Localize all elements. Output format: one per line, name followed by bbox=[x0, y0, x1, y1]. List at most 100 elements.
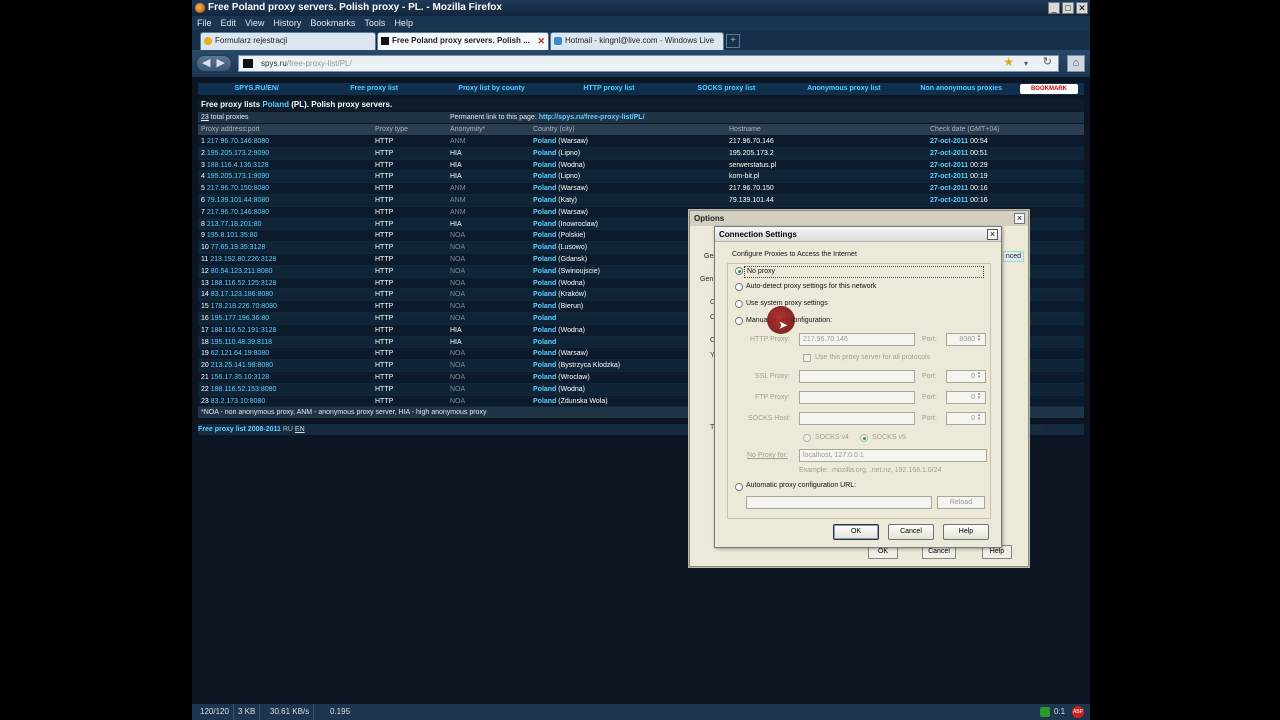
country[interactable]: Poland bbox=[533, 221, 556, 228]
proxy-ip[interactable]: 195.205.173.2:9090 bbox=[207, 150, 269, 157]
proxy-ip[interactable]: 80.54.123.211:8080 bbox=[211, 268, 273, 275]
country[interactable]: Poland bbox=[533, 362, 556, 369]
proxy-ip[interactable]: 217.96.70.150:8080 bbox=[207, 185, 269, 192]
proxy-ip[interactable]: 188.116.52.191:3128 bbox=[211, 327, 277, 334]
proxy-address[interactable]: 4 195.205.173.1:9090 bbox=[201, 171, 269, 183]
proxy-ip[interactable]: 195.177.196.36:80 bbox=[211, 315, 269, 322]
proxy-address[interactable]: 17 188.116.52.191:3128 bbox=[201, 325, 276, 337]
close-tab-icon[interactable]: ✕ bbox=[537, 33, 545, 49]
proxy-address[interactable]: 12 80.54.123.211:8080 bbox=[201, 266, 273, 278]
country[interactable]: Poland bbox=[533, 398, 556, 405]
no-proxy-for-input[interactable]: localhost, 127.0.0.1 bbox=[799, 449, 987, 462]
nav-socks-proxy-list[interactable]: SOCKS proxy list bbox=[668, 83, 785, 95]
country[interactable]: Poland bbox=[533, 138, 556, 145]
lang-en-link[interactable]: EN bbox=[295, 426, 305, 433]
auto-detect-radio[interactable] bbox=[735, 283, 743, 291]
proxy-ip[interactable]: 217.96.70.146:8080 bbox=[207, 138, 269, 145]
http-proxy-input[interactable]: 217.96.70.146 bbox=[799, 333, 915, 346]
http-port-input[interactable]: 8080 bbox=[946, 333, 986, 346]
proxy-ip[interactable]: 156.17.35.10:3128 bbox=[211, 374, 269, 381]
cancel-button[interactable]: Cancel bbox=[888, 524, 934, 540]
options-advanced-tab[interactable]: nced bbox=[1002, 251, 1024, 262]
proxy-ip[interactable]: 213.192.80.226:3128 bbox=[210, 256, 276, 263]
use-for-all-checkbox[interactable] bbox=[803, 354, 811, 362]
socks-host-input[interactable] bbox=[799, 412, 915, 425]
country[interactable]: Poland bbox=[533, 350, 556, 357]
nav-http-proxy-list[interactable]: HTTP proxy list bbox=[550, 83, 667, 95]
auto-config-url-radio[interactable] bbox=[735, 483, 743, 491]
country[interactable]: Poland bbox=[533, 386, 556, 393]
country[interactable]: Poland bbox=[533, 280, 556, 287]
bookmark-button[interactable]: BOOKMARK bbox=[1019, 84, 1078, 94]
proxy-address[interactable]: 10 77.65.19.35:3128 bbox=[201, 242, 265, 254]
connection-close-button[interactable]: × bbox=[987, 229, 998, 240]
proxy-address[interactable]: 21 156.17.35.10:3128 bbox=[201, 372, 269, 384]
proxy-address[interactable]: 19 62.121.64.19:8080 bbox=[201, 348, 269, 360]
menu-tools[interactable]: Tools bbox=[364, 16, 385, 30]
auto-detect-label[interactable]: Auto-detect proxy settings for this netw… bbox=[746, 282, 876, 292]
proxy-address[interactable]: 22 188.116.52.153:8080 bbox=[201, 384, 276, 396]
ftp-proxy-input[interactable] bbox=[799, 391, 915, 404]
proxy-address[interactable]: 16 195.177.196.36:80 bbox=[201, 313, 269, 325]
minimize-button[interactable]: _ bbox=[1048, 2, 1060, 14]
auto-config-url-input[interactable] bbox=[746, 496, 932, 509]
proxy-ip[interactable]: 195.205.173.1:9090 bbox=[207, 173, 269, 180]
proxy-ip[interactable]: 217.96.70.146:8080 bbox=[207, 209, 269, 216]
country[interactable]: Poland bbox=[533, 374, 556, 381]
ssl-proxy-input[interactable] bbox=[799, 370, 915, 383]
proxy-address[interactable]: 5 217.96.70.150:8080 bbox=[201, 183, 269, 195]
reload-icon[interactable]: ↻ bbox=[1043, 55, 1052, 70]
proxy-ip[interactable]: 188.116.52.125:3128 bbox=[211, 280, 277, 287]
proxy-ip[interactable]: 195.8.101.35:80 bbox=[207, 232, 258, 239]
proxy-ip[interactable]: 213.77.18.201:80 bbox=[207, 221, 262, 228]
country[interactable]: Poland bbox=[533, 162, 556, 169]
menu-edit[interactable]: Edit bbox=[221, 16, 237, 30]
socks-v5-radio[interactable] bbox=[860, 434, 868, 442]
dropdown-icon[interactable]: ▾ bbox=[1024, 56, 1028, 71]
nav-proxy-by-county[interactable]: Proxy list by county bbox=[433, 83, 550, 95]
nav-non-anonymous-proxies[interactable]: Non anonymous proxies bbox=[903, 83, 1020, 95]
country[interactable]: Poland bbox=[533, 291, 556, 298]
country[interactable]: Poland bbox=[533, 150, 556, 157]
proxy-ip[interactable]: 195.110.48.39:8118 bbox=[211, 339, 272, 346]
proxy-address[interactable]: 1 217.96.70.146:8080 bbox=[201, 136, 269, 148]
tab-hotmail[interactable]: Hotmail - kingnl@live.com - Windows Live bbox=[550, 32, 724, 50]
country[interactable]: Poland bbox=[533, 268, 556, 275]
auto-config-url-label[interactable]: Automatic proxy configuration URL: bbox=[746, 481, 856, 491]
proxy-ip[interactable]: 213.25.141.98:8080 bbox=[211, 362, 273, 369]
proxy-ip[interactable]: 83.2.173.10:8080 bbox=[211, 398, 266, 405]
tab-proxy-list[interactable]: Free Poland proxy servers. Polish ... ✕ bbox=[377, 32, 549, 50]
proxy-address[interactable]: 8 213.77.18.201:80 bbox=[201, 219, 261, 231]
no-proxy-radio[interactable] bbox=[735, 267, 743, 275]
country[interactable]: Poland bbox=[533, 197, 556, 204]
menu-history[interactable]: History bbox=[273, 16, 301, 30]
proxy-address[interactable]: 13 188.116.52.125:3128 bbox=[201, 278, 276, 290]
proxy-address[interactable]: 3 188.116.4.136:3128 bbox=[201, 160, 269, 172]
proxy-address[interactable]: 11 213.192.80.226:3128 bbox=[201, 254, 276, 266]
permanent-link-url[interactable]: http://spys.ru/free-proxy-list/PL/ bbox=[539, 114, 645, 121]
proxy-address[interactable]: 20 213.25.141.98:8080 bbox=[201, 360, 273, 372]
country[interactable]: Poland bbox=[533, 303, 556, 310]
proxy-address[interactable]: 6 79.139.101.44:8080 bbox=[201, 195, 269, 207]
adblock-icon[interactable]: ABP bbox=[1072, 706, 1084, 718]
country[interactable]: Poland bbox=[533, 173, 556, 180]
proxy-ip[interactable]: 178.218.226.70:8080 bbox=[211, 303, 277, 310]
menu-view[interactable]: View bbox=[245, 16, 264, 30]
back-forward-buttons[interactable]: ◀▶ bbox=[196, 55, 232, 72]
proxy-address[interactable]: 14 83.17.123.186:8080 bbox=[201, 289, 273, 301]
menu-bookmarks[interactable]: Bookmarks bbox=[310, 16, 355, 30]
proxy-address[interactable]: 9 195.8.101.35:80 bbox=[201, 230, 257, 242]
bookmark-star-icon[interactable]: ★ bbox=[1003, 55, 1014, 70]
system-proxy-radio[interactable] bbox=[735, 300, 743, 308]
proxy-ip[interactable]: 188.116.52.153:8080 bbox=[211, 386, 277, 393]
socks-v4-radio[interactable] bbox=[803, 434, 811, 442]
country[interactable]: Poland bbox=[533, 327, 556, 334]
nav-free-proxy-list[interactable]: Free proxy list bbox=[315, 83, 432, 95]
proxy-address[interactable]: 18 195.110.48.39:8118 bbox=[201, 337, 272, 349]
nav-spys-en[interactable]: SPYS.RU/EN/ bbox=[198, 83, 315, 95]
new-tab-button[interactable]: + bbox=[726, 34, 740, 48]
country[interactable]: Poland bbox=[533, 209, 556, 216]
menu-file[interactable]: File bbox=[197, 16, 212, 30]
country[interactable]: Poland bbox=[533, 256, 556, 263]
country[interactable]: Poland bbox=[533, 339, 556, 346]
